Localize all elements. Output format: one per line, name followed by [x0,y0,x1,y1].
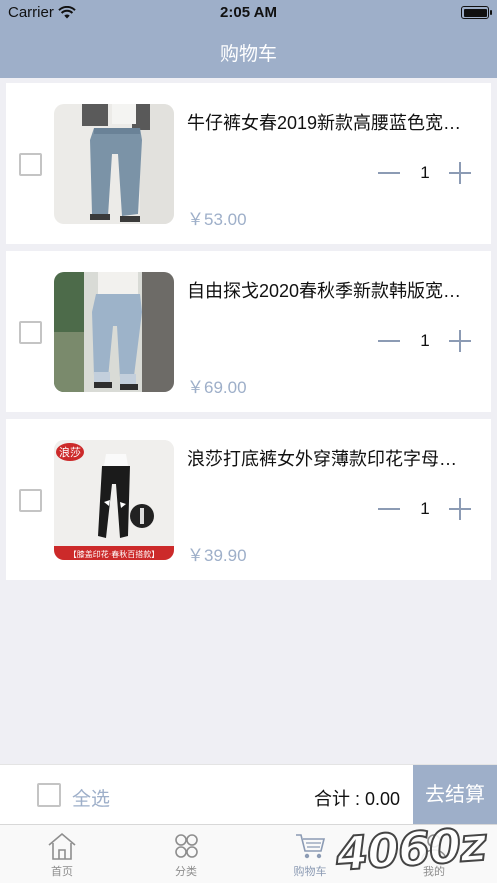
product-name[interactable]: 自由探戈2020春秋季新款韩版宽松牛仔裤 [187,277,472,303]
tab-home[interactable]: 首页 [12,827,112,882]
page-title: 购物车 [219,44,277,65]
battery-icon [461,6,492,19]
item-checkbox[interactable] [19,489,42,512]
minus-icon[interactable] [378,498,400,520]
total-label: 合计 : 0.00 [313,789,400,809]
minus-icon[interactable] [378,162,400,184]
product-name[interactable]: 牛仔裤女春2019新款高腰蓝色宽松直筒 [187,109,472,135]
product-price: ￥69.00 [187,378,247,397]
cart-item: 自由探戈2020春秋季新款韩版宽松牛仔裤 1 ￥69.00 [6,251,491,412]
leggings-product-image[interactable]: 浪莎 【膝盖印花·春秋百搭款】 [54,440,174,560]
home-icon [48,832,76,860]
status-time: 2:05 AM [220,4,277,21]
minus-icon[interactable] [378,330,400,352]
quantity-value: 1 [420,163,430,182]
cart-item: 浪莎 【膝盖印花·春秋百搭款】 浪莎打底裤女外穿薄款印花字母紧身裤 1 ￥39.… [6,419,491,580]
plus-icon[interactable] [449,330,471,352]
cart-item: 牛仔裤女春2019新款高腰蓝色宽松直筒 1 ￥53.00 [6,83,491,244]
image-banner: 【膝盖印花·春秋百搭款】 [69,549,160,559]
category-icon [175,834,198,858]
quantity-value: 1 [420,331,430,350]
jeans-product-image[interactable] [54,104,174,224]
item-checkbox[interactable] [19,153,42,176]
select-all-label[interactable]: 全选 [72,784,110,811]
brand-badge: 浪莎 [59,445,81,459]
jeans-product-image[interactable] [54,272,174,392]
tab-label: 分类 [175,866,197,878]
tab-category[interactable]: 分类 [136,827,236,882]
item-checkbox[interactable] [19,321,42,344]
nav-bar: 购物车 [0,26,497,78]
checkout-button[interactable]: 去结算 [413,765,497,825]
tab-label: 首页 [51,866,73,878]
quantity-value: 1 [420,499,430,518]
status-bar: Carrier 2:05 AM [0,0,497,26]
checkout-bar: 全选 合计 : 0.00 去结算 [0,764,497,825]
cart-icon [296,834,326,859]
cart-list: 牛仔裤女春2019新款高腰蓝色宽松直筒 1 ￥53.00 自由探戈2020春秋季… [6,83,491,587]
watermark-logo: 4060z [333,816,488,882]
plus-icon[interactable] [449,162,471,184]
product-price: ￥39.90 [187,546,247,565]
product-name[interactable]: 浪莎打底裤女外穿薄款印花字母紧身裤 [187,445,472,471]
select-all-checkbox[interactable] [37,783,61,807]
plus-icon[interactable] [449,498,471,520]
product-price: ￥53.00 [187,210,247,229]
